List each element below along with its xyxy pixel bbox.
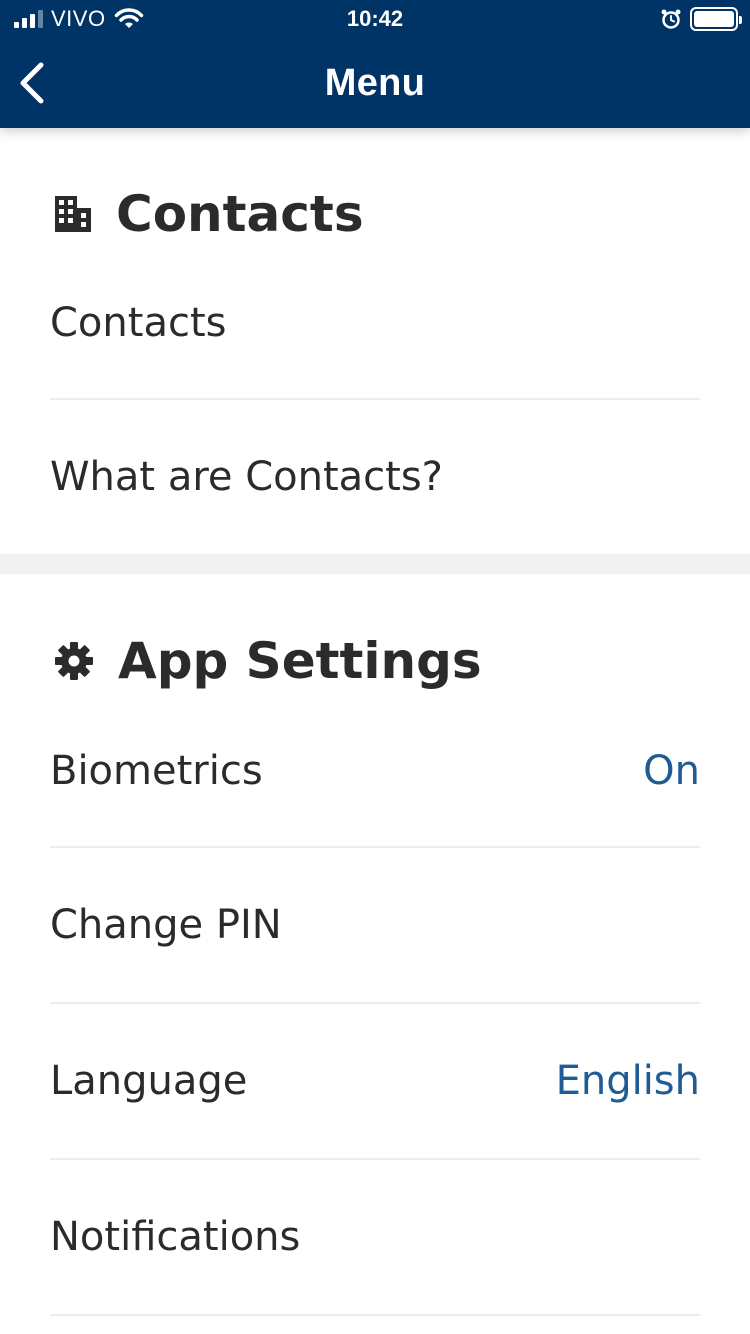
app-header: VIVO 10:42 Menu	[0, 0, 750, 128]
menu-content: Contacts Contacts What are Contacts? App…	[0, 128, 750, 1316]
gear-icon	[55, 642, 93, 680]
biometrics-value: On	[643, 748, 700, 794]
section-header-contacts: Contacts	[50, 128, 700, 300]
menu-item-label: Language	[50, 1058, 248, 1104]
menu-item-label: Biometrics	[50, 748, 263, 794]
status-time: 10:42	[346, 6, 404, 31]
menu-item-label: Change PIN	[50, 902, 282, 948]
app-settings-section: App Settings Biometrics On Change PIN La…	[0, 574, 750, 1316]
menu-item-language[interactable]: Language English	[50, 1004, 700, 1160]
menu-item-contacts[interactable]: Contacts	[50, 300, 700, 400]
menu-item-change-pin[interactable]: Change PIN	[50, 848, 700, 1004]
menu-item-biometrics[interactable]: Biometrics On	[50, 748, 700, 848]
page-title: Menu	[324, 62, 426, 104]
menu-item-label: Contacts	[50, 300, 227, 346]
contacts-section: Contacts Contacts What are Contacts?	[0, 128, 750, 554]
menu-item-what-are-contacts[interactable]: What are Contacts?	[50, 400, 700, 554]
menu-item-label: Notifications	[50, 1214, 301, 1260]
menu-item-label: What are Contacts?	[50, 454, 443, 500]
status-bar: VIVO 10:42	[0, 0, 750, 40]
section-header-app-settings: App Settings	[50, 574, 700, 748]
navigation-bar: Menu	[0, 40, 750, 128]
status-right	[660, 7, 742, 31]
menu-item-notifications[interactable]: Notifications	[50, 1160, 700, 1316]
section-divider	[0, 554, 750, 574]
alarm-icon	[661, 9, 681, 29]
battery-icon	[690, 7, 742, 31]
section-title-contacts: Contacts	[116, 185, 364, 243]
section-title-app-settings: App Settings	[118, 632, 482, 690]
language-value: English	[555, 1058, 700, 1104]
building-icon	[55, 196, 91, 232]
